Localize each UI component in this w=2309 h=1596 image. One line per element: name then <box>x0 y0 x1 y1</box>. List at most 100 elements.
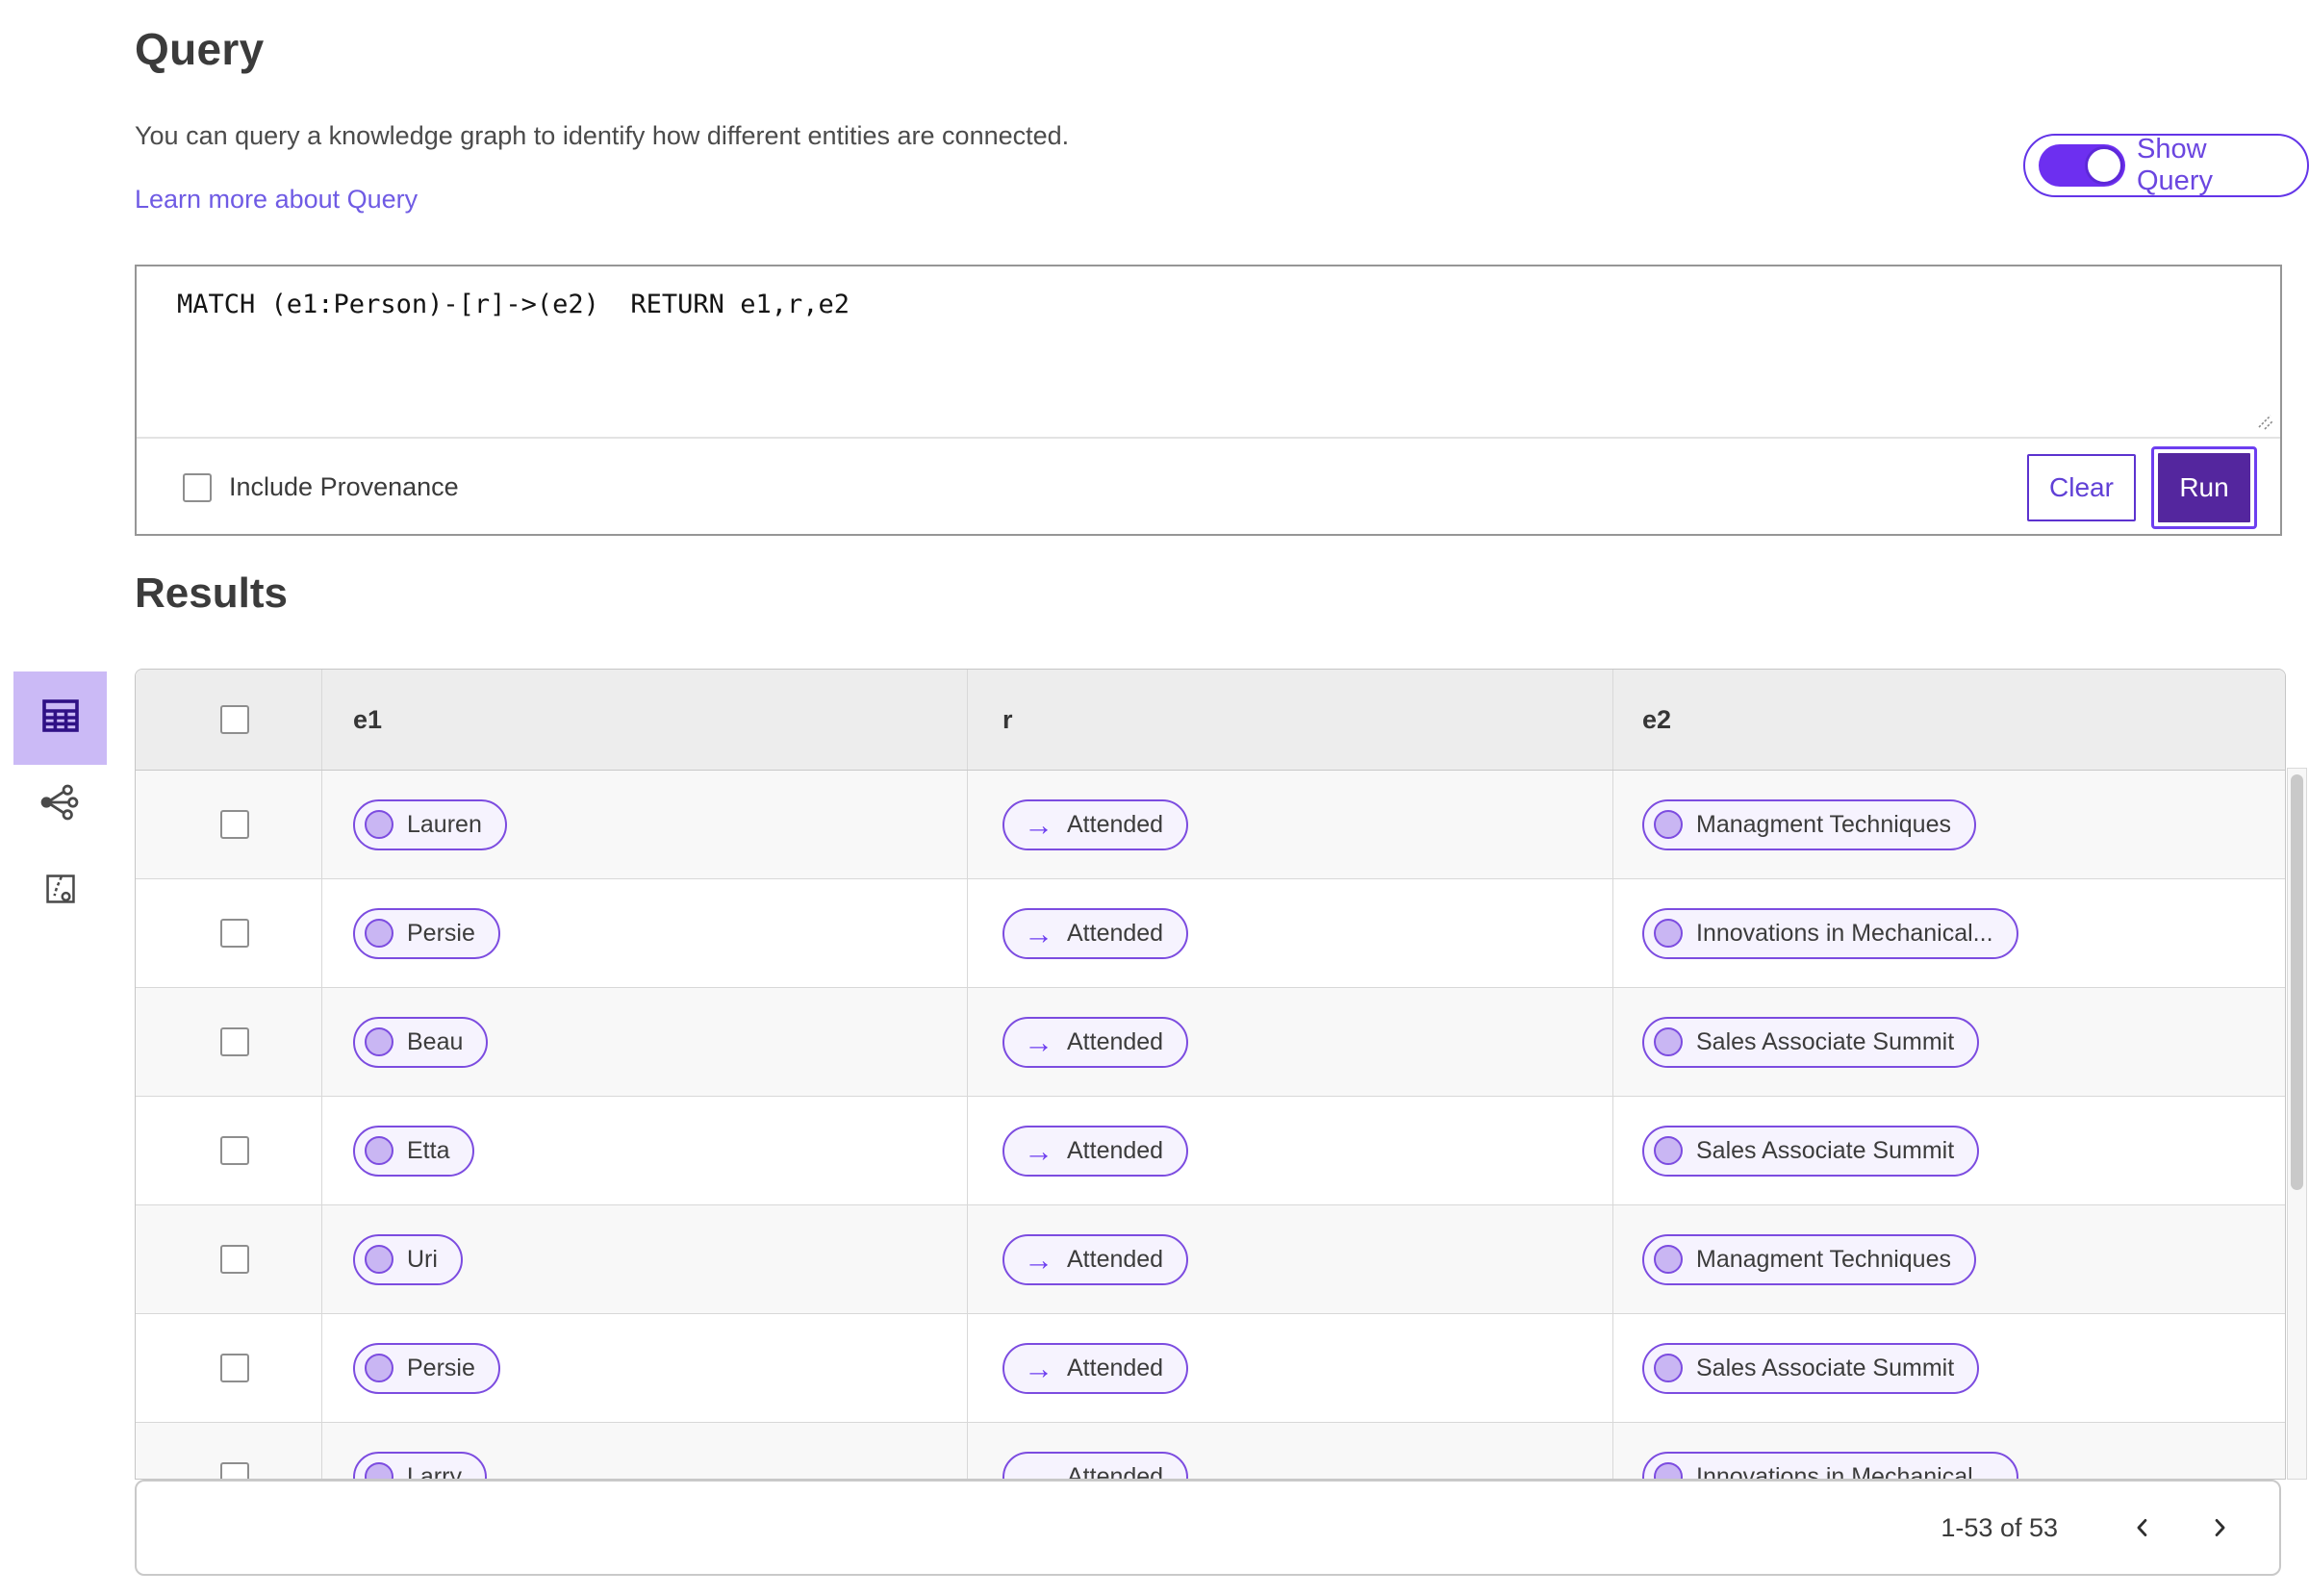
entity-chip-e2[interactable]: Innovations in Mechanical... <box>1642 907 2018 959</box>
entity-chip-e2[interactable]: Managment Techniques <box>1642 798 1976 850</box>
results-title: Results <box>135 570 288 617</box>
entity-chip-e1[interactable]: Beau <box>353 1016 489 1068</box>
show-query-toggle[interactable]: Show Query <box>2023 134 2309 197</box>
table-row: Larry → Attended Innovations in Mechanic… <box>136 1423 2285 1480</box>
resize-handle-icon[interactable] <box>2254 411 2275 432</box>
right-arrow-icon: → <box>1024 807 1053 842</box>
row-checkbox[interactable] <box>220 1462 249 1479</box>
chip-label-r: Attended <box>1067 1027 1164 1055</box>
row-checkbox[interactable] <box>220 1354 249 1382</box>
run-button-focus-ring: Run <box>2151 445 2257 529</box>
clear-button[interactable]: Clear <box>2027 453 2136 521</box>
entity-node-icon <box>1654 1462 1683 1479</box>
entity-node-icon <box>365 919 393 948</box>
toggle-on-icon[interactable] <box>2039 144 2125 187</box>
entity-node-icon <box>1654 1027 1683 1056</box>
chip-label-e2: Managment Techniques <box>1696 1245 1951 1273</box>
column-header-e2[interactable]: e2 <box>1642 705 1671 735</box>
chip-label-e2: Sales Associate Summit <box>1696 1136 1955 1164</box>
relation-chip[interactable]: → Attended <box>1002 907 1189 959</box>
table-row: Persie → Attended Sales Associate Summit <box>136 1314 2285 1423</box>
chip-label-r: Attended <box>1067 1354 1164 1381</box>
page-title: Query <box>135 24 265 74</box>
relation-chip[interactable]: → Attended <box>1002 798 1189 850</box>
relation-chip[interactable]: → Attended <box>1002 1016 1189 1068</box>
chip-label-e2: Managment Techniques <box>1696 810 1951 838</box>
right-arrow-icon: → <box>1024 1242 1053 1277</box>
entity-chip-e1[interactable]: Larry <box>353 1451 487 1480</box>
next-page-button[interactable] <box>2198 1507 2241 1549</box>
path-view-button[interactable] <box>41 872 80 910</box>
include-provenance-label: Include Provenance <box>229 472 459 501</box>
query-input[interactable] <box>137 266 2280 437</box>
entity-chip-e2[interactable]: Innovations in Mechanical... <box>1642 1451 2018 1480</box>
entity-node-icon <box>1654 810 1683 839</box>
row-checkbox[interactable] <box>220 1245 249 1274</box>
chip-label-e2: Sales Associate Summit <box>1696 1354 1955 1381</box>
results-table: e1 r e2 Lauren → Attended Managment Tech… <box>135 669 2286 1480</box>
chip-label-r: Attended <box>1067 1462 1164 1480</box>
relation-chip[interactable]: → Attended <box>1002 1342 1189 1394</box>
chip-label-e1: Persie <box>407 1354 475 1381</box>
table-row: Etta → Attended Sales Associate Summit <box>136 1097 2285 1205</box>
chip-label-e1: Lauren <box>407 810 482 838</box>
chip-label-e1: Beau <box>407 1027 464 1055</box>
row-checkbox[interactable] <box>220 810 249 839</box>
column-header-r[interactable]: r <box>1002 705 1013 735</box>
entity-chip-e1[interactable]: Persie <box>353 1342 500 1394</box>
scrollbar-thumb[interactable] <box>2291 774 2303 1190</box>
table-row: Beau → Attended Sales Associate Summit <box>136 988 2285 1097</box>
chip-label-e1: Etta <box>407 1136 450 1164</box>
previous-page-button[interactable] <box>2121 1507 2164 1549</box>
entity-chip-e1[interactable]: Lauren <box>353 798 507 850</box>
chip-label-r: Attended <box>1067 1245 1164 1273</box>
table-row: Uri → Attended Managment Techniques <box>136 1205 2285 1314</box>
query-description: You can query a knowledge graph to ident… <box>135 121 1070 150</box>
relation-chip[interactable]: → Attended <box>1002 1125 1189 1177</box>
entity-node-icon <box>365 1027 393 1056</box>
row-checkbox[interactable] <box>220 1136 249 1165</box>
chip-label-e1: Uri <box>407 1245 438 1273</box>
row-checkbox[interactable] <box>220 1027 249 1056</box>
entity-node-icon <box>365 1136 393 1165</box>
chip-label-e2: Sales Associate Summit <box>1696 1027 1955 1055</box>
chip-label-e1: Larry <box>407 1462 462 1480</box>
relation-chip[interactable]: → Attended <box>1002 1233 1189 1285</box>
entity-chip-e1[interactable]: Persie <box>353 907 500 959</box>
entity-chip-e2[interactable]: Managment Techniques <box>1642 1233 1976 1285</box>
table-header-row: e1 r e2 <box>136 670 2285 771</box>
run-button[interactable]: Run <box>2158 452 2250 522</box>
path-view-icon <box>42 871 79 912</box>
select-all-checkbox[interactable] <box>220 705 249 734</box>
row-checkbox[interactable] <box>220 919 249 948</box>
right-arrow-icon: → <box>1024 1351 1053 1385</box>
query-editor-panel: Include Provenance Clear Run <box>135 265 2282 536</box>
include-provenance-checkbox[interactable] <box>183 472 212 502</box>
entity-node-icon <box>1654 1354 1683 1382</box>
entity-node-icon <box>1654 1245 1683 1274</box>
entity-chip-e2[interactable]: Sales Associate Summit <box>1642 1125 1980 1177</box>
entity-node-icon <box>365 1462 393 1479</box>
entity-node-icon <box>1654 1136 1683 1165</box>
chip-label-r: Attended <box>1067 1136 1164 1164</box>
table-row: Lauren → Attended Managment Techniques <box>136 771 2285 879</box>
chip-label-e1: Persie <box>407 919 475 947</box>
table-body: Lauren → Attended Managment Techniques P… <box>136 771 2285 1480</box>
entity-chip-e2[interactable]: Sales Associate Summit <box>1642 1342 1980 1394</box>
entity-chip-e1[interactable]: Etta <box>353 1125 475 1177</box>
relation-chip[interactable]: → Attended <box>1002 1451 1189 1480</box>
chip-label-r: Attended <box>1067 919 1164 947</box>
graph-view-button[interactable] <box>38 783 81 825</box>
table-scrollbar[interactable] <box>2287 768 2307 1480</box>
entity-chip-e1[interactable]: Uri <box>353 1233 463 1285</box>
column-header-e1[interactable]: e1 <box>353 705 382 735</box>
chip-label-e2: Innovations in Mechanical... <box>1696 1462 1993 1480</box>
show-query-label: Show Query <box>2137 134 2213 196</box>
table-row: Persie → Attended Innovations in Mechani… <box>136 879 2285 988</box>
learn-more-link[interactable]: Learn more about Query <box>135 185 418 215</box>
pagination-bar: 1-53 of 53 <box>135 1480 2281 1576</box>
right-arrow-icon: → <box>1024 916 1053 950</box>
entity-chip-e2[interactable]: Sales Associate Summit <box>1642 1016 1980 1068</box>
table-view-button[interactable] <box>13 671 107 765</box>
chip-label-r: Attended <box>1067 810 1164 838</box>
